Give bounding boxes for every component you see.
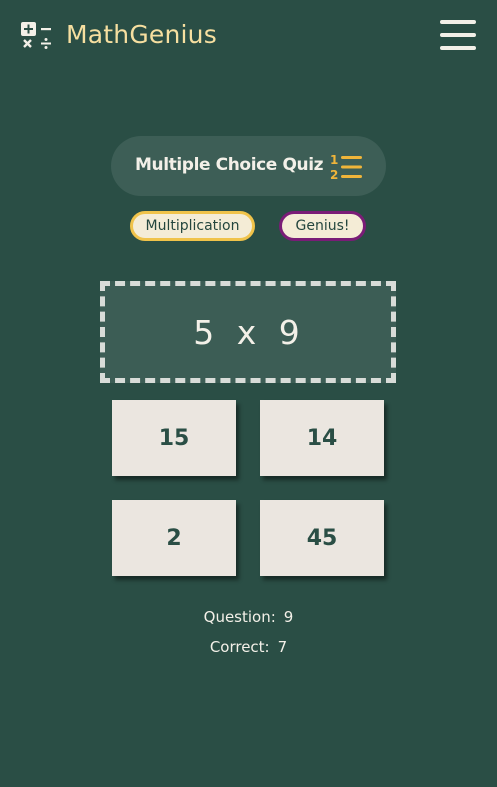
- correct-count-value: 7: [277, 638, 288, 656]
- level-tag[interactable]: Genius!: [279, 211, 366, 241]
- app-header: MathGenius: [0, 0, 497, 72]
- svg-text:2: 2: [330, 168, 338, 182]
- svg-text:1: 1: [330, 153, 338, 167]
- question-count-label: Question:: [203, 608, 276, 626]
- brand-name: MathGenius: [66, 20, 217, 49]
- answer-button[interactable]: 2: [112, 500, 236, 576]
- question-text: 5 x 9: [193, 312, 303, 352]
- answer-button[interactable]: 15: [112, 400, 236, 476]
- question-box: 5 x 9: [100, 281, 396, 383]
- operation-tag[interactable]: Multiplication: [130, 211, 255, 241]
- question-count: Question: 9: [0, 608, 497, 626]
- correct-count: Correct: 7: [0, 638, 497, 656]
- question-count-value: 9: [283, 608, 294, 626]
- math-operators-icon: [21, 22, 51, 49]
- correct-count-label: Correct:: [209, 638, 270, 656]
- quiz-title-pill: Multiple Choice Quiz 1 2: [111, 136, 386, 196]
- hamburger-menu-icon[interactable]: [440, 20, 476, 52]
- quiz-title: Multiple Choice Quiz: [135, 155, 324, 175]
- answer-button[interactable]: 45: [260, 500, 384, 576]
- answer-button[interactable]: 14: [260, 400, 384, 476]
- numbered-list-icon: 1 2: [330, 153, 362, 182]
